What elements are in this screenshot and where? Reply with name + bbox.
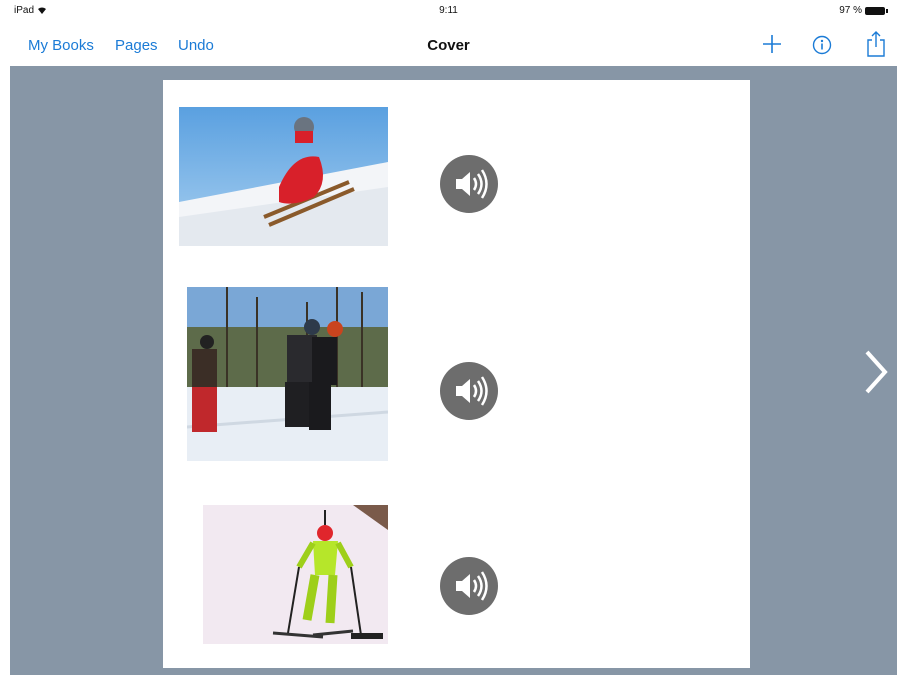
battery-percent: 97 % bbox=[839, 5, 862, 16]
book-page bbox=[163, 80, 750, 668]
next-page-button[interactable] bbox=[862, 348, 890, 401]
skier-photo[interactable] bbox=[203, 505, 388, 644]
status-time: 9:11 bbox=[439, 5, 458, 16]
status-bar: iPad 9:11 97 % bbox=[0, 0, 897, 20]
play-audio-button-2[interactable] bbox=[440, 362, 498, 420]
battery-icon bbox=[865, 6, 888, 15]
status-battery: 97 % bbox=[839, 5, 888, 16]
nav-bar: My Books Pages Undo Cover bbox=[0, 20, 897, 66]
chevron-right-icon bbox=[862, 350, 890, 400]
play-audio-button-3[interactable] bbox=[440, 557, 498, 615]
plus-icon[interactable] bbox=[762, 34, 782, 59]
child-on-sled-photo[interactable] bbox=[179, 107, 388, 246]
share-icon[interactable] bbox=[866, 31, 886, 62]
play-audio-button-1[interactable] bbox=[440, 155, 498, 213]
info-icon[interactable] bbox=[812, 35, 832, 60]
family-skating-photo[interactable] bbox=[187, 287, 388, 461]
